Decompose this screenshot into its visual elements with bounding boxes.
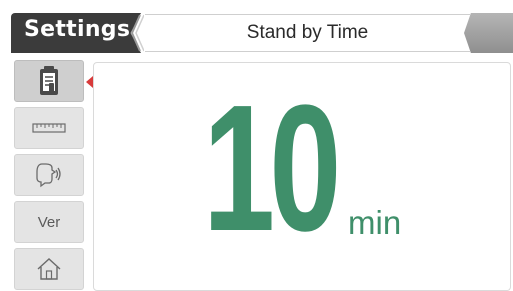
sidebar-item-measure[interactable] [14, 107, 84, 149]
back-chevron-icon[interactable] [128, 13, 144, 53]
sidebar-item-settings-list[interactable] [14, 60, 84, 102]
page-title: Stand by Time [246, 22, 369, 43]
standby-time-value: 10 [203, 68, 341, 269]
home-icon [37, 258, 61, 280]
settings-label: Settings [24, 17, 131, 42]
header: Settings Stand by Time [0, 0, 513, 57]
standby-time-unit: min [348, 204, 402, 241]
clipboard-icon [40, 66, 58, 95]
sidebar: Ver [14, 60, 86, 291]
voice-icon [36, 163, 61, 188]
sidebar-item-label: Ver [37, 213, 61, 231]
next-tab-button[interactable] [464, 13, 513, 53]
screen: Settings Stand by Time Ver 10 min [0, 0, 513, 291]
sidebar-item-home[interactable] [14, 248, 84, 290]
sidebar-item-voice[interactable] [14, 154, 84, 196]
sidebar-item-version[interactable]: Ver [14, 201, 84, 243]
active-indicator [86, 76, 93, 88]
ruler-icon [32, 123, 66, 133]
